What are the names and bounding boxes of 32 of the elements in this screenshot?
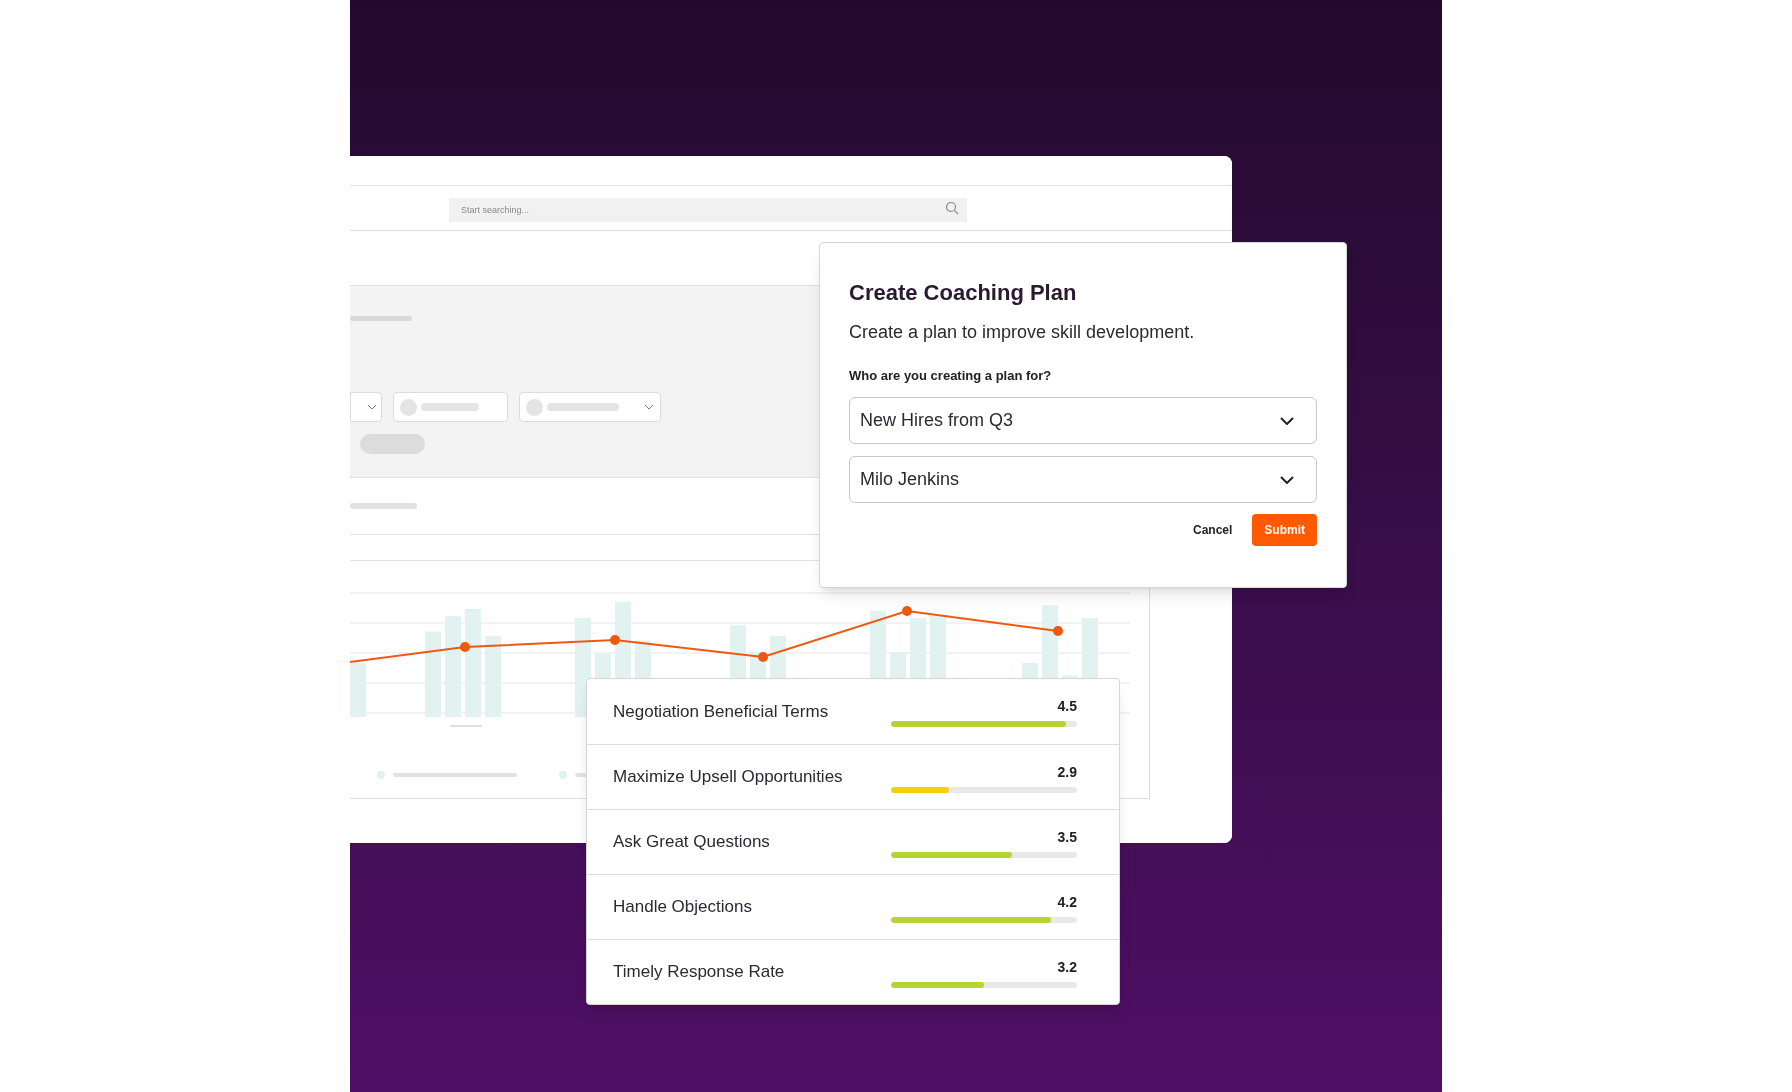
data-point: [758, 652, 768, 662]
cancel-button[interactable]: Cancel: [1192, 514, 1233, 546]
data-point: [610, 635, 620, 645]
chevron-down-icon: [1280, 475, 1294, 484]
data-point: [902, 606, 912, 616]
dropdown-placeholder[interactable]: [519, 392, 661, 422]
select-field[interactable]: Milo Jenkins: [849, 456, 1317, 503]
skill-score: 4.5: [1057, 697, 1077, 716]
field-label: Who are you creating a plan for?: [849, 366, 1053, 385]
skill-name: Maximize Upsell Opportunities: [613, 766, 843, 789]
axis-label-placeholder: [450, 725, 482, 727]
dropdown-placeholder[interactable]: [393, 392, 508, 422]
skill-score: 3.5: [1057, 827, 1077, 847]
placeholder-bar: [350, 503, 417, 509]
skill-score: 4.2: [1057, 892, 1077, 912]
skill-name: Negotiation Beneficial Terms: [613, 700, 829, 723]
skill-name: Ask Great Questions: [613, 831, 770, 854]
dialog-subtitle: Create a plan to improve skill development.: [849, 320, 1196, 344]
data-point: [460, 642, 470, 652]
chevron-down-icon: [367, 404, 377, 410]
chevron-down-icon: [644, 404, 654, 410]
dropdown-placeholder[interactable]: [350, 392, 382, 422]
skill-score: 2.9: [1057, 762, 1077, 782]
skill-score: 3.2: [1057, 957, 1077, 977]
skill-name: Timely Response Rate: [613, 961, 785, 984]
search-field[interactable]: Start searching...: [449, 198, 967, 222]
data-point: [1053, 626, 1063, 636]
dialog-title: Create Coaching Plan: [849, 279, 1078, 307]
search-icon: [945, 201, 959, 215]
select-field[interactable]: New Hires from Q3: [849, 397, 1317, 444]
chevron-down-icon: [1280, 416, 1294, 425]
skill-name: Handle Objections: [613, 896, 752, 919]
